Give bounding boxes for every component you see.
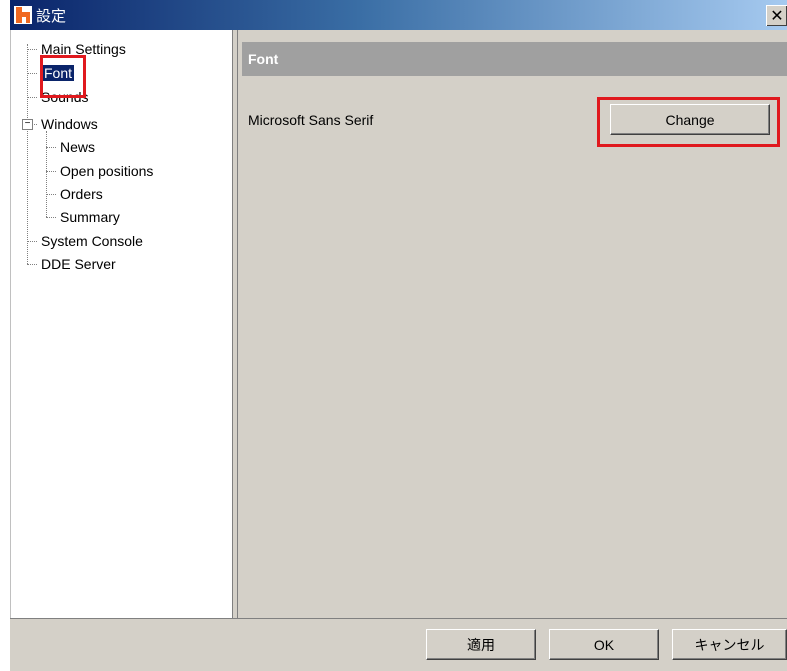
tree-connector <box>46 217 56 218</box>
settings-tree: Main Settings Font Sounds − Windows News… <box>10 30 233 618</box>
tree-connector <box>46 131 47 217</box>
tree-connector <box>46 171 56 172</box>
change-highlight-box <box>597 97 780 147</box>
window-title: 設定 <box>36 7 67 25</box>
tree-item-summary[interactable]: Summary <box>60 209 120 225</box>
tree-item-open-positions[interactable]: Open positions <box>60 163 153 179</box>
tree-item-dde-server[interactable]: DDE Server <box>41 256 116 272</box>
apply-button[interactable]: 適用 <box>426 629 536 660</box>
title-bar: 設定 ✕ <box>10 0 787 30</box>
tree-connector <box>27 44 28 264</box>
tree-connector <box>27 73 37 74</box>
tree-item-system-console[interactable]: System Console <box>41 233 143 249</box>
close-icon[interactable]: ✕ <box>766 5 787 26</box>
tree-connector <box>27 264 37 265</box>
font-highlight-box <box>40 55 86 98</box>
cancel-button[interactable]: キャンセル <box>672 629 787 660</box>
app-logo-icon <box>14 6 32 24</box>
tree-item-news[interactable]: News <box>60 139 95 155</box>
current-font-name: Microsoft Sans Serif <box>248 112 374 128</box>
tree-connector <box>27 241 37 242</box>
tree-connector <box>46 147 56 148</box>
tree-connector <box>27 49 37 50</box>
tree-connector <box>46 194 56 195</box>
tree-item-orders[interactable]: Orders <box>60 186 103 202</box>
ok-button[interactable]: OK <box>549 629 659 660</box>
panel-header: Font <box>242 42 787 76</box>
tree-connector <box>27 97 37 98</box>
tree-item-windows[interactable]: Windows <box>41 116 98 132</box>
dialog-footer: 適用 OK キャンセル <box>10 618 787 671</box>
collapse-minus-icon[interactable]: − <box>22 119 33 130</box>
